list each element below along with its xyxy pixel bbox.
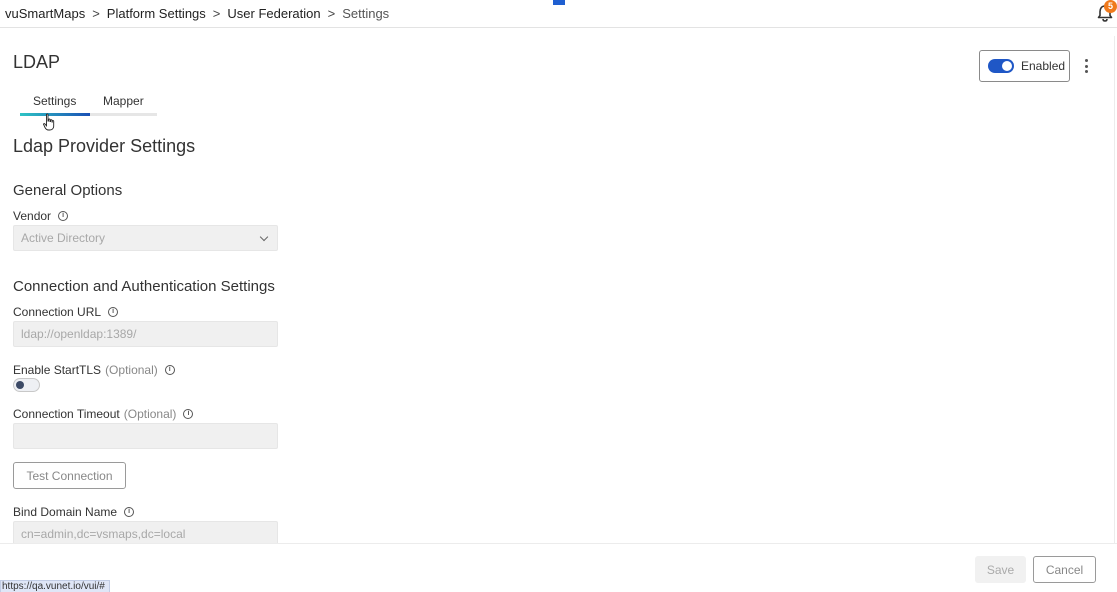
info-icon[interactable]: i: [183, 409, 194, 419]
breadcrumb: vuSmartMaps > Platform Settings > User F…: [0, 0, 402, 26]
tab-bar: Settings Mapper: [20, 92, 157, 131]
bind-dn-label: Bind Domain Name i: [13, 505, 135, 519]
tab-settings[interactable]: Settings: [33, 94, 76, 108]
vendor-label: Vendor i: [13, 209, 69, 223]
connection-url-label-text: Connection URL: [13, 305, 102, 319]
breadcrumb-item-user-federation[interactable]: User Federation: [227, 6, 320, 21]
save-button[interactable]: Save: [975, 556, 1026, 583]
connection-settings-title: Connection and Authentication Settings: [13, 278, 275, 295]
enabled-label: Enabled: [1021, 59, 1066, 73]
ldap-settings-panel: LDAP Enabled Settings Mapper Ldap Provid…: [0, 36, 1115, 543]
info-icon[interactable]: i: [124, 507, 135, 517]
top-bar: vuSmartMaps > Platform Settings > User F…: [0, 0, 1117, 28]
cancel-button[interactable]: Cancel: [1033, 556, 1096, 583]
connection-timeout-optional: (Optional): [123, 407, 177, 421]
vendor-label-text: Vendor: [13, 209, 52, 223]
starttls-label: Enable StartTLS (Optional) i: [13, 363, 175, 377]
connection-timeout-input[interactable]: [13, 423, 278, 449]
breadcrumb-separator: >: [92, 5, 100, 21]
bind-dn-placeholder: cn=admin,dc=vsmaps,dc=local: [21, 527, 186, 541]
connection-url-input[interactable]: ldap://openldap:1389/: [13, 321, 278, 347]
starttls-optional: (Optional): [105, 363, 158, 377]
test-connection-button[interactable]: Test Connection: [13, 462, 126, 489]
breadcrumb-separator: >: [212, 5, 221, 21]
status-bar-url: https://qa.vunet.io/vui/#: [0, 580, 110, 592]
bind-dn-input[interactable]: cn=admin,dc=vsmaps,dc=local: [13, 521, 278, 543]
connection-url-placeholder: ldap://openldap:1389/: [21, 327, 137, 341]
more-options-icon[interactable]: [1078, 56, 1094, 76]
toggle-switch[interactable]: [988, 59, 1014, 73]
hand-cursor-icon: [43, 113, 55, 131]
section-title: Ldap Provider Settings: [13, 136, 196, 156]
page-title: LDAP: [13, 52, 61, 72]
chevron-down-icon: [259, 232, 269, 242]
vendor-select[interactable]: Active Directory: [13, 225, 278, 251]
breadcrumb-item-home[interactable]: vuSmartMaps: [5, 6, 85, 21]
breadcrumb-separator: >: [327, 5, 336, 21]
connection-timeout-label: Connection Timeout (Optional) i: [13, 407, 194, 421]
vendor-select-value: Active Directory: [21, 231, 106, 245]
top-marker: [553, 0, 565, 5]
breadcrumb-item-current: Settings: [342, 5, 390, 21]
bind-dn-label-text: Bind Domain Name: [13, 505, 118, 519]
starttls-label-text: Enable StartTLS: [13, 363, 102, 377]
enabled-toggle-button[interactable]: Enabled: [979, 50, 1070, 82]
general-options-title: General Options: [13, 182, 123, 199]
tab-mapper[interactable]: Mapper: [103, 94, 144, 108]
active-tab-indicator: [20, 113, 90, 116]
info-icon[interactable]: i: [58, 211, 69, 221]
breadcrumb-item-platform-settings[interactable]: Platform Settings: [107, 6, 206, 21]
connection-timeout-label-text: Connection Timeout: [13, 407, 120, 421]
connection-url-label: Connection URL i: [13, 305, 119, 319]
info-icon[interactable]: i: [108, 307, 119, 317]
notification-badge: 5: [1104, 0, 1117, 13]
starttls-toggle[interactable]: [13, 378, 40, 392]
footer-bar: Save Cancel https://qa.vunet.io/vui/#: [0, 543, 1117, 592]
info-icon[interactable]: i: [164, 365, 175, 375]
